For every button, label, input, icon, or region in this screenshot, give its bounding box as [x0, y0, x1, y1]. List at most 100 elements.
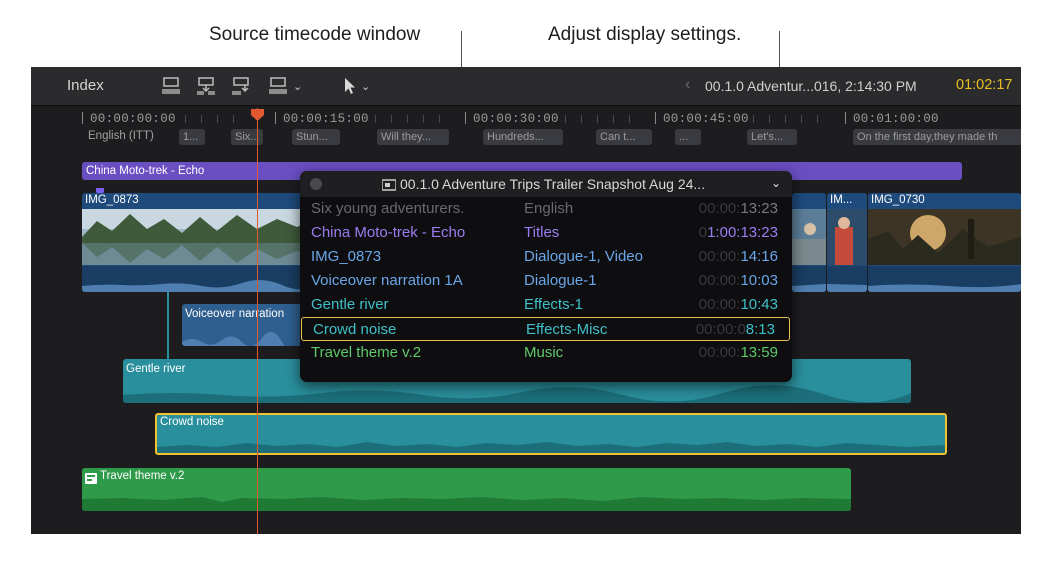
audio-clip-travel-theme[interactable]: Travel theme v.2: [82, 468, 851, 511]
video-thumbnail: [82, 209, 312, 265]
timecode-value: 1:00:13:23: [707, 224, 778, 241]
caption-clip[interactable]: Can t...: [596, 129, 652, 145]
ruler-minor-tick: [769, 115, 770, 123]
timecode-row-name: IMG_0873: [311, 248, 382, 265]
timecode-row-role: Dialogue-1, Video: [524, 248, 643, 265]
timeline-ruler[interactable]: 00:00:00:00 00:00:15:00 00:00:30:00 00:0…: [31, 107, 1021, 149]
append-clip-icon[interactable]: [231, 76, 251, 96]
timecode-row[interactable]: Travel theme v.2 Music 00:00:13:59: [300, 341, 792, 365]
ruler-minor-tick: [391, 115, 392, 123]
ruler-minor-tick: [817, 115, 818, 123]
timecode-leading-zeros: 0: [698, 224, 708, 241]
video-clip-img-0730[interactable]: IMG_0730: [868, 193, 1021, 292]
caption-clip[interactable]: Let's...: [747, 129, 797, 145]
final-cut-timeline-window: Index ⌄ ⌄ ‹ 00.1.0 Adventur...016, 2:14:…: [31, 67, 1021, 534]
clip-audio-waveform: [792, 266, 826, 292]
ruler-minor-tick: [375, 115, 376, 123]
ruler-minor-tick: [185, 115, 186, 123]
ruler-minor-tick: [423, 115, 424, 123]
ruler-minor-tick: [439, 115, 440, 123]
audio-clip-voiceover-narration[interactable]: Voiceover narration: [182, 304, 312, 346]
clip-audio-waveform: [82, 266, 312, 292]
ruler-minor-tick: [613, 115, 614, 123]
ruler-minor-tick: [407, 115, 408, 123]
timecode-row[interactable]: Gentle river Effects-1 00:00:10:43: [300, 293, 792, 317]
connect-clip-icon[interactable]: [161, 76, 181, 96]
video-clip-img-0873[interactable]: IMG_0873: [82, 193, 312, 292]
timecode-value: 13:59: [740, 344, 778, 361]
caption-clip[interactable]: Will they...: [377, 129, 449, 145]
video-clip-im[interactable]: IM...: [827, 193, 867, 292]
callout-adjust-display-settings: Adjust display settings.: [548, 24, 742, 45]
ruler-minor-tick: [217, 115, 218, 123]
clip-audio-waveform: [82, 497, 851, 511]
audio-clip-crowd-noise[interactable]: Crowd noise: [155, 413, 947, 455]
playhead[interactable]: [257, 108, 258, 534]
timecode-row-role: English: [524, 200, 574, 217]
index-button[interactable]: Index: [67, 77, 104, 94]
caption-clip[interactable]: Hundreds...: [483, 129, 563, 145]
clip-name: IMG_0873: [85, 194, 139, 206]
display-settings-chevron-down-icon[interactable]: ⌄: [771, 176, 781, 190]
close-button[interactable]: [310, 178, 322, 190]
ruler-tick: [845, 112, 846, 124]
timecode-row[interactable]: IMG_0873 Dialogue-1, Video 00:00:14:16: [300, 245, 792, 269]
tools-chevron-down-icon[interactable]: ⌄: [361, 80, 370, 93]
playhead-handle-icon[interactable]: [251, 108, 264, 121]
timecode-value: 13:23: [740, 200, 778, 217]
timecode-leading-zeros: 00:00:: [698, 200, 741, 217]
timecode-row-role: Titles: [524, 224, 560, 241]
popover-header: 00.1.0 Adventure Trips Trailer Snapshot …: [300, 171, 792, 197]
timecode-row-name: China Moto-trek - Echo: [311, 224, 466, 241]
timecode-row[interactable]: China Moto-trek - Echo Titles 01:00:13:23: [300, 221, 792, 245]
edit-mode-chevron-down-icon[interactable]: ⌄: [293, 80, 302, 93]
timeline-toolbar: Index ⌄ ⌄ ‹ 00.1.0 Adventur...016, 2:14:…: [31, 67, 1021, 106]
ruler-label: 00:00:00:00: [90, 112, 176, 126]
timecode-value: 10:43: [740, 296, 778, 313]
timecode-row-role: Music: [524, 344, 564, 361]
ruler-label: 00:00:15:00: [283, 112, 369, 126]
video-thumbnail: [868, 209, 1021, 265]
ruler-minor-tick: [629, 115, 630, 123]
clip-audio-waveform: [157, 442, 945, 453]
previous-project-chevron-left-icon[interactable]: ‹: [685, 76, 690, 94]
ruler-minor-tick: [201, 115, 202, 123]
callout-source-timecode-window: Source timecode window: [209, 24, 421, 45]
caption-clip[interactable]: Six...: [231, 129, 263, 145]
timecode-row-name: Travel theme v.2: [311, 344, 422, 361]
video-clip-partial[interactable]: [792, 193, 826, 292]
timecode-row-timecode: 00:00:13:23: [699, 200, 778, 217]
music-icon: [85, 471, 97, 489]
insert-clip-icon[interactable]: [196, 76, 216, 96]
ruler-tick: [82, 112, 83, 124]
ruler-label: 00:00:45:00: [663, 112, 749, 126]
ruler-label: 00:01:00:00: [853, 112, 939, 126]
ruler-tick: [655, 112, 656, 124]
caption-clip[interactable]: On the first day,they made th: [853, 129, 1021, 145]
clip-name: IM...: [830, 194, 853, 206]
clip-audio-waveform: [123, 385, 911, 403]
timecode-leading-zeros: 00:00:: [698, 248, 741, 265]
caption-clip[interactable]: 1...: [179, 129, 205, 145]
timecode-leading-zeros: 00:00:: [698, 296, 741, 313]
ruler-minor-tick: [565, 115, 566, 123]
clip-name: Voiceover narration: [185, 308, 285, 320]
project-title: 00.1.0 Adventur...016, 2:14:30 PM: [705, 78, 917, 94]
clip-audio-waveform: [827, 266, 867, 292]
timecode-leading-zeros: 00:00:0: [695, 321, 746, 338]
select-tool-icon[interactable]: [340, 76, 360, 96]
caption-clip[interactable]: ...: [675, 129, 701, 145]
project-icon: [381, 178, 397, 197]
timecode-row[interactable]: Six young adventurers. English 00:00:13:23: [300, 197, 792, 221]
clip-name: IMG_0730: [871, 194, 925, 206]
overwrite-clip-icon[interactable]: [268, 76, 288, 96]
caption-clip[interactable]: Stun...: [292, 129, 340, 145]
timecode-leading-zeros: 00:00:: [698, 272, 741, 289]
timecode-row[interactable]: Crowd noise Effects-Misc 00:00:08:13: [301, 317, 790, 341]
timecode-row-timecode: 01:00:13:23: [699, 224, 778, 241]
timecode-row[interactable]: Voiceover narration 1A Dialogue-1 00:00:10…: [300, 269, 792, 293]
timeline-timecode: 01:02:17: [956, 77, 1013, 93]
ruler-minor-tick: [597, 115, 598, 123]
timecode-row-timecode: 00:00:10:43: [699, 296, 778, 313]
caption-language-label: English (ITT): [88, 130, 154, 142]
